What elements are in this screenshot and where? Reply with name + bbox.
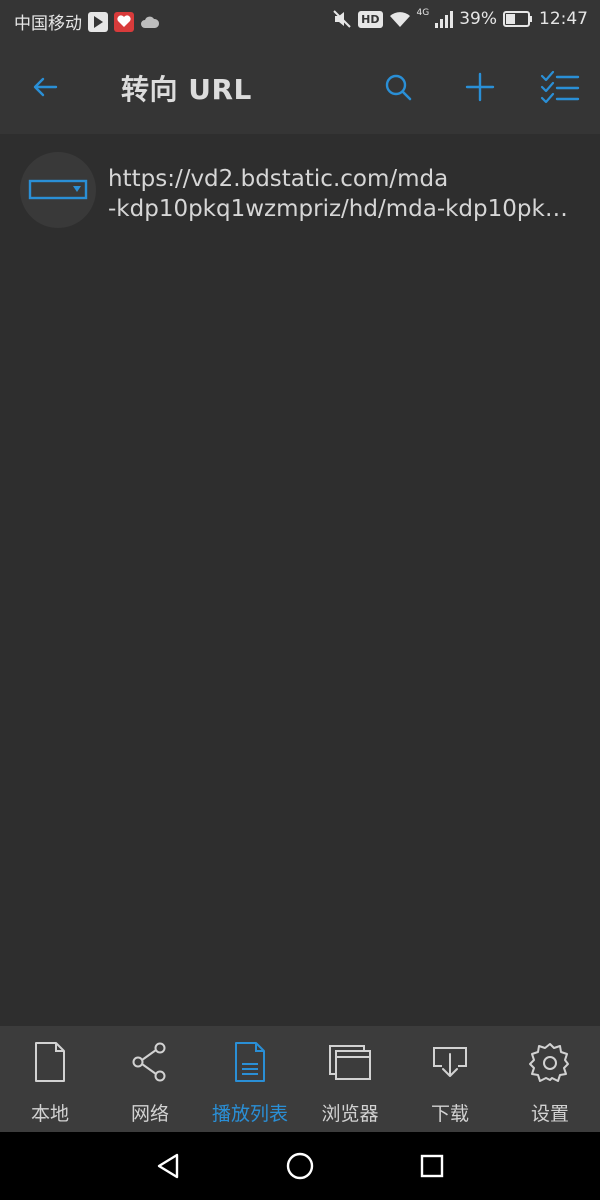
page-title: 转向 URL (121, 73, 252, 106)
nav-settings[interactable]: 设置 (500, 1026, 600, 1132)
back-arrow-icon (33, 77, 58, 97)
plus-icon (465, 72, 495, 102)
status-bar: 中国移动 HD 4G 39% 12:47 (0, 0, 600, 40)
add-button[interactable] (460, 67, 500, 107)
hd-badge: HD (358, 10, 383, 28)
nav-download-label: 下载 (430, 1103, 469, 1125)
bottom-navigation: 本地 网络 播放列表 浏览器 下载 设置 (0, 1026, 600, 1132)
url-text: https://vd2.bdstatic.com/mda -kdp10pkq1w… (108, 164, 588, 224)
carrier-label: 中国移动 (14, 14, 82, 34)
nav-settings-label: 设置 (530, 1103, 569, 1125)
browser-icon (329, 1045, 371, 1080)
nav-network[interactable]: 网络 (100, 1026, 200, 1132)
signal-icon (435, 10, 454, 28)
checklist-icon (540, 70, 580, 104)
wifi-icon (389, 10, 411, 28)
select-mode-button[interactable] (540, 67, 580, 107)
playlist-icon (235, 1042, 265, 1082)
search-button[interactable] (378, 67, 418, 107)
cloud-icon (140, 15, 160, 29)
nav-browser-label: 浏览器 (321, 1103, 379, 1125)
back-button[interactable] (26, 67, 66, 107)
square-recents-icon (420, 1154, 444, 1178)
nav-download[interactable]: 下载 (400, 1026, 500, 1132)
nav-browser[interactable]: 浏览器 (300, 1026, 400, 1132)
battery-icon (503, 11, 533, 27)
app-bar: 转向 URL (0, 40, 600, 134)
system-recents-button[interactable] (414, 1148, 450, 1184)
settings-icon (529, 1043, 569, 1082)
battery-percent: 39% (459, 9, 497, 29)
mute-icon (332, 9, 352, 29)
clock: 12:47 (539, 9, 588, 29)
network-type-label: 4G (416, 8, 430, 18)
system-navigation-bar (0, 1132, 600, 1200)
nav-playlist-label: 播放列表 (211, 1103, 288, 1125)
stream-thumbnail (20, 152, 96, 228)
search-icon (385, 74, 412, 101)
url-line-2: -kdp10pkq1wzmpriz/hd/mda-kdp10pk… (108, 196, 568, 222)
app-notification-icon (114, 11, 134, 32)
file-icon (35, 1042, 65, 1082)
url-line-1: https://vd2.bdstatic.com/mda (108, 166, 449, 192)
system-back-button[interactable] (150, 1148, 186, 1184)
nav-network-label: 网络 (130, 1103, 169, 1125)
download-icon (433, 1047, 467, 1077)
play-store-icon (88, 11, 108, 32)
triangle-back-icon (157, 1153, 179, 1179)
nav-local-label: 本地 (30, 1103, 69, 1125)
system-home-button[interactable] (282, 1148, 318, 1184)
list-item[interactable]: https://vd2.bdstatic.com/mda -kdp10pkq1w… (0, 134, 600, 244)
share-icon (132, 1042, 166, 1082)
url-stream-icon (28, 179, 88, 200)
nav-local[interactable]: 本地 (0, 1026, 100, 1132)
nav-playlist[interactable]: 播放列表 (200, 1026, 300, 1132)
circle-home-icon (286, 1152, 314, 1180)
